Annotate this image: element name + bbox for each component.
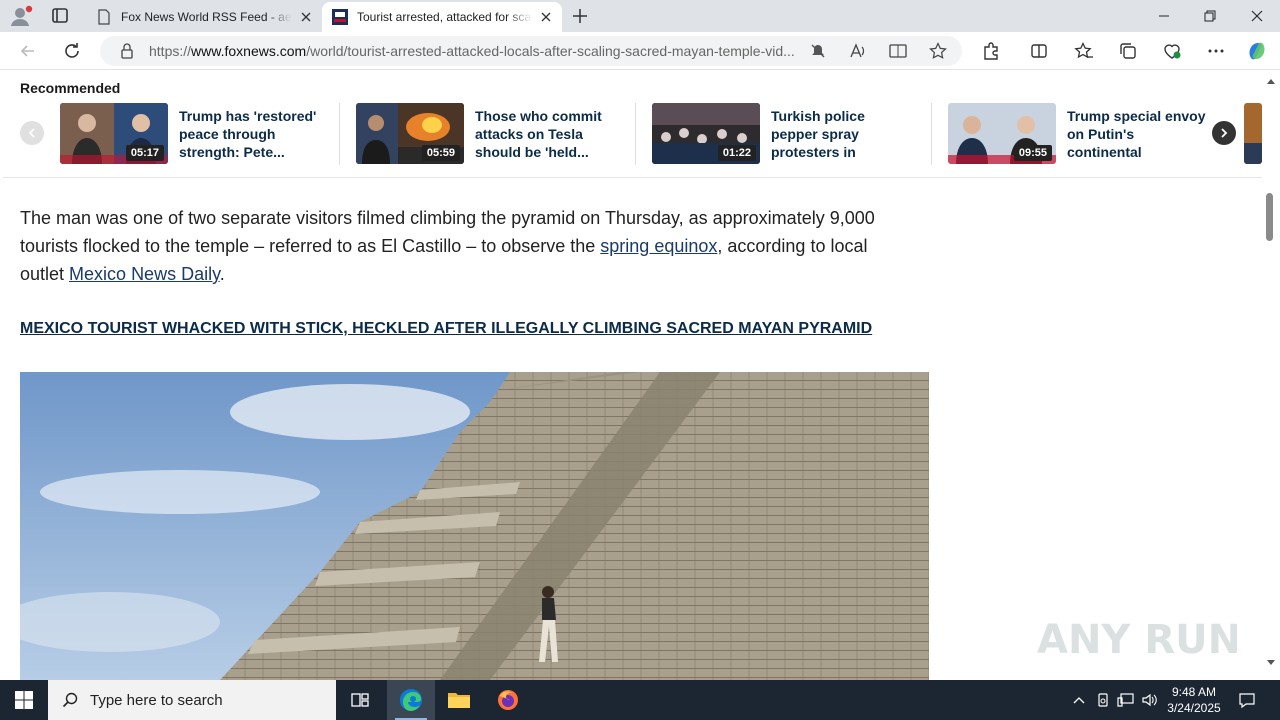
tab-fox-rss[interactable]: Fox News World RSS Feed - aerop xyxy=(86,2,322,32)
split-screen-icon[interactable] xyxy=(1028,41,1050,61)
page-scrollbar[interactable] xyxy=(1262,71,1280,680)
close-window-button[interactable] xyxy=(1234,0,1280,32)
copilot-icon[interactable] xyxy=(1246,41,1268,61)
system-clock[interactable]: 9:48 AM 3/24/2025 xyxy=(1158,684,1230,716)
show-hidden-icons[interactable] xyxy=(1070,691,1088,709)
read-aloud-icon[interactable] xyxy=(847,41,869,61)
recommended-video-partial[interactable] xyxy=(1244,103,1262,165)
scrollbar-thumb[interactable] xyxy=(1266,193,1273,241)
recommended-heading: Recommended xyxy=(20,80,121,96)
video-thumbnail: 01:22 xyxy=(652,103,760,164)
restore-button[interactable] xyxy=(1187,0,1233,32)
firefox-icon[interactable] xyxy=(484,680,532,720)
video-title[interactable]: Trump special envoy on Putin's continent… xyxy=(1067,107,1207,163)
paragraph-text: . xyxy=(219,264,225,284)
back-icon[interactable] xyxy=(17,41,39,61)
video-title[interactable]: Those who commit attacks on Tesla should… xyxy=(475,107,615,163)
file-explorer-icon[interactable] xyxy=(435,680,483,720)
favorite-star-icon[interactable] xyxy=(927,41,949,61)
video-thumbnail: 05:59 xyxy=(356,103,464,164)
lock-icon[interactable] xyxy=(116,41,138,61)
taskbar-search[interactable]: Type here to search xyxy=(48,680,336,720)
close-icon[interactable] xyxy=(298,9,314,25)
recommended-video[interactable]: 01:22 Turkish police pepper spray protes… xyxy=(652,103,922,165)
extensions-icon[interactable] xyxy=(980,41,1002,61)
immersive-reader-icon[interactable] xyxy=(887,41,909,61)
url-path: /world/tourist-arrested-attacked-locals-… xyxy=(306,43,795,59)
task-view-icon[interactable] xyxy=(336,680,384,720)
article-paragraph: The man was one of two separate visitors… xyxy=(20,204,910,288)
page-content: Recommended 05:17 Trump has 'restored' p… xyxy=(0,71,1280,680)
device-icon[interactable] xyxy=(1094,691,1112,709)
section-divider xyxy=(3,177,1262,178)
close-icon[interactable] xyxy=(538,9,554,25)
search-icon xyxy=(62,692,78,708)
url-text: https://www.foxnews.com/world/tourist-ar… xyxy=(149,43,809,59)
volume-icon[interactable] xyxy=(1141,691,1159,709)
browser-toolbar: https://www.foxnews.com/world/tourist-ar… xyxy=(0,32,1280,70)
mexico-news-daily-link[interactable]: Mexico News Daily xyxy=(69,264,220,284)
spring-equinox-link[interactable]: spring equinox xyxy=(600,236,717,256)
edge-taskbar-icon[interactable] xyxy=(387,680,435,720)
profile-icon[interactable] xyxy=(9,5,33,27)
recommended-video[interactable]: 09:55 Trump special envoy on Putin's con… xyxy=(948,103,1218,165)
tab-title: Fox News World RSS Feed - aerop xyxy=(121,10,292,24)
tab-tourist-article[interactable]: Tourist arrested, attacked for scal xyxy=(322,2,562,32)
tab-actions-icon[interactable] xyxy=(48,6,72,26)
url-prefix: https:// xyxy=(149,43,192,59)
video-thumbnail: 09:55 xyxy=(948,103,1056,164)
video-duration: 01:22 xyxy=(717,145,756,161)
browser-essentials-icon[interactable] xyxy=(1161,41,1183,61)
recommended-video[interactable]: 05:17 Trump has 'restored' peace through… xyxy=(60,103,330,165)
article-hero-image[interactable] xyxy=(20,372,929,680)
video-thumbnail xyxy=(1244,103,1262,164)
video-title[interactable]: Trump has 'restored' peace through stren… xyxy=(179,107,319,163)
related-article-link[interactable]: MEXICO TOURIST WHACKED WITH STICK, HECKL… xyxy=(20,320,872,338)
clock-time: 9:48 AM xyxy=(1171,685,1217,699)
network-icon[interactable] xyxy=(1117,691,1135,709)
collections-icon[interactable] xyxy=(1117,41,1139,61)
address-bar[interactable]: https://www.foxnews.com/world/tourist-ar… xyxy=(100,36,962,66)
screen: Fox News World RSS Feed - aerop Tourist … xyxy=(0,0,1280,720)
tab-strip: Fox News World RSS Feed - aerop Tourist … xyxy=(0,0,1280,32)
tracking-prevention-icon[interactable] xyxy=(807,41,829,61)
video-duration: 05:17 xyxy=(125,145,164,161)
search-placeholder: Type here to search xyxy=(90,691,223,709)
video-duration: 05:59 xyxy=(421,145,460,161)
recommended-carousel: 05:17 Trump has 'restored' peace through… xyxy=(0,103,1262,165)
refresh-icon[interactable] xyxy=(61,41,83,61)
minimize-button[interactable] xyxy=(1141,0,1187,32)
start-button[interactable] xyxy=(0,680,48,720)
clock-date: 3/24/2025 xyxy=(1167,701,1221,715)
video-duration: 09:55 xyxy=(1013,145,1052,161)
fox-news-icon xyxy=(332,9,348,25)
video-thumbnail: 05:17 xyxy=(60,103,168,164)
divider xyxy=(339,103,340,165)
favorites-icon[interactable] xyxy=(1073,41,1095,61)
notifications-icon[interactable] xyxy=(1238,691,1256,709)
divider xyxy=(635,103,636,165)
recommended-video[interactable]: 05:59 Those who commit attacks on Tesla … xyxy=(356,103,626,165)
url-host: www.foxnews.com xyxy=(191,43,307,59)
more-options-icon[interactable] xyxy=(1205,41,1227,61)
document-icon xyxy=(96,9,112,25)
divider xyxy=(931,103,932,165)
anyrun-watermark: ANY RUN xyxy=(1037,607,1241,667)
windows-taskbar: Type here to search 9:48 AM 3/24/2025 xyxy=(0,680,1280,720)
new-tab-icon[interactable] xyxy=(570,6,590,26)
tab-title: Tourist arrested, attacked for scal xyxy=(357,10,532,24)
video-title[interactable]: Turkish police pepper spray protesters i… xyxy=(771,107,911,163)
watermark-text: ANY RUN xyxy=(1037,617,1237,663)
